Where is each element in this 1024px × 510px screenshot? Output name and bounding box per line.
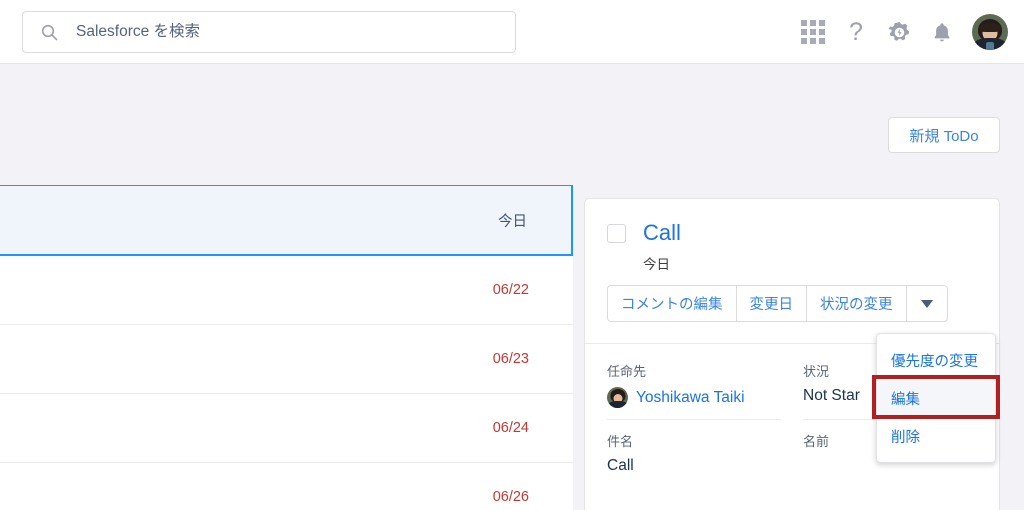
avatar-collar bbox=[986, 42, 994, 50]
body-area: 今日 06/22 06/23 06/24 06/26 Call 今日 コメントの… bbox=[0, 185, 1024, 510]
task-list-row[interactable]: 06/24 bbox=[0, 394, 573, 463]
salesforce-task-page: ? bbox=[0, 0, 1024, 510]
task-row-date: 06/22 bbox=[492, 282, 529, 298]
change-status-button[interactable]: 状況の変更 bbox=[806, 285, 906, 322]
avatar-fringe bbox=[979, 23, 1001, 33]
task-complete-checkbox[interactable] bbox=[607, 223, 626, 243]
field-subject: 件名 Call bbox=[607, 431, 781, 486]
task-title-row: Call bbox=[607, 220, 977, 246]
change-date-button[interactable]: 変更日 bbox=[735, 285, 806, 322]
more-actions-menu: 優先度の変更 編集 削除 bbox=[876, 333, 996, 463]
task-row-date: 06/23 bbox=[492, 351, 529, 367]
task-list-row[interactable]: 06/23 bbox=[0, 325, 573, 394]
task-list-pane: 今日 06/22 06/23 06/24 06/26 bbox=[0, 185, 573, 510]
global-search-box[interactable] bbox=[22, 11, 516, 53]
new-task-button[interactable]: 新規 ToDo bbox=[888, 117, 1000, 153]
field-value-assigned-to[interactable]: Yoshikawa Taiki bbox=[607, 387, 781, 408]
chevron-down-icon bbox=[920, 299, 933, 308]
task-row-date: 06/24 bbox=[492, 420, 529, 436]
more-actions-dropdown-button[interactable] bbox=[905, 285, 948, 322]
edit-comment-button[interactable]: コメントの編集 bbox=[607, 285, 736, 322]
menu-item-edit[interactable]: 編集 bbox=[877, 379, 995, 417]
task-title-link[interactable]: Call bbox=[643, 220, 681, 246]
task-list-row[interactable]: 06/22 bbox=[0, 256, 573, 325]
task-list-row-today[interactable]: 今日 bbox=[0, 185, 573, 256]
task-action-button-group: コメントの編集 変更日 状況の変更 bbox=[607, 285, 977, 322]
user-avatar[interactable] bbox=[972, 14, 1008, 50]
menu-item-change-priority[interactable]: 優先度の変更 bbox=[877, 341, 995, 379]
global-header: ? bbox=[0, 0, 1024, 64]
header-actions: ? bbox=[800, 0, 1008, 64]
field-label: 件名 bbox=[607, 434, 634, 449]
notifications-bell-icon[interactable] bbox=[929, 19, 955, 45]
help-icon[interactable]: ? bbox=[843, 19, 869, 45]
setup-gear-icon[interactable] bbox=[886, 19, 912, 45]
task-row-date: 今日 bbox=[498, 213, 527, 230]
app-launcher-grid bbox=[801, 20, 825, 44]
search-input[interactable] bbox=[76, 23, 476, 41]
task-list-row[interactable]: 06/26 bbox=[0, 463, 573, 510]
search-icon bbox=[41, 24, 58, 41]
field-label: 任命先 bbox=[607, 364, 647, 379]
help-question-mark: ? bbox=[849, 17, 863, 46]
field-value-subject: Call bbox=[607, 457, 634, 474]
app-launcher-icon[interactable] bbox=[800, 19, 826, 45]
assignee-avatar bbox=[607, 387, 628, 408]
assignee-name: Yoshikawa Taiki bbox=[636, 388, 745, 406]
task-card-header: Call 今日 コメントの編集 変更日 状況の変更 bbox=[585, 199, 999, 322]
task-row-date: 06/26 bbox=[492, 489, 529, 505]
task-due-date: 今日 bbox=[643, 257, 670, 272]
action-bar: 新規 ToDo bbox=[0, 64, 1024, 185]
menu-item-delete[interactable]: 削除 bbox=[877, 417, 995, 455]
field-assigned-to: 任命先 Yoshikawa Taiki bbox=[607, 361, 781, 420]
